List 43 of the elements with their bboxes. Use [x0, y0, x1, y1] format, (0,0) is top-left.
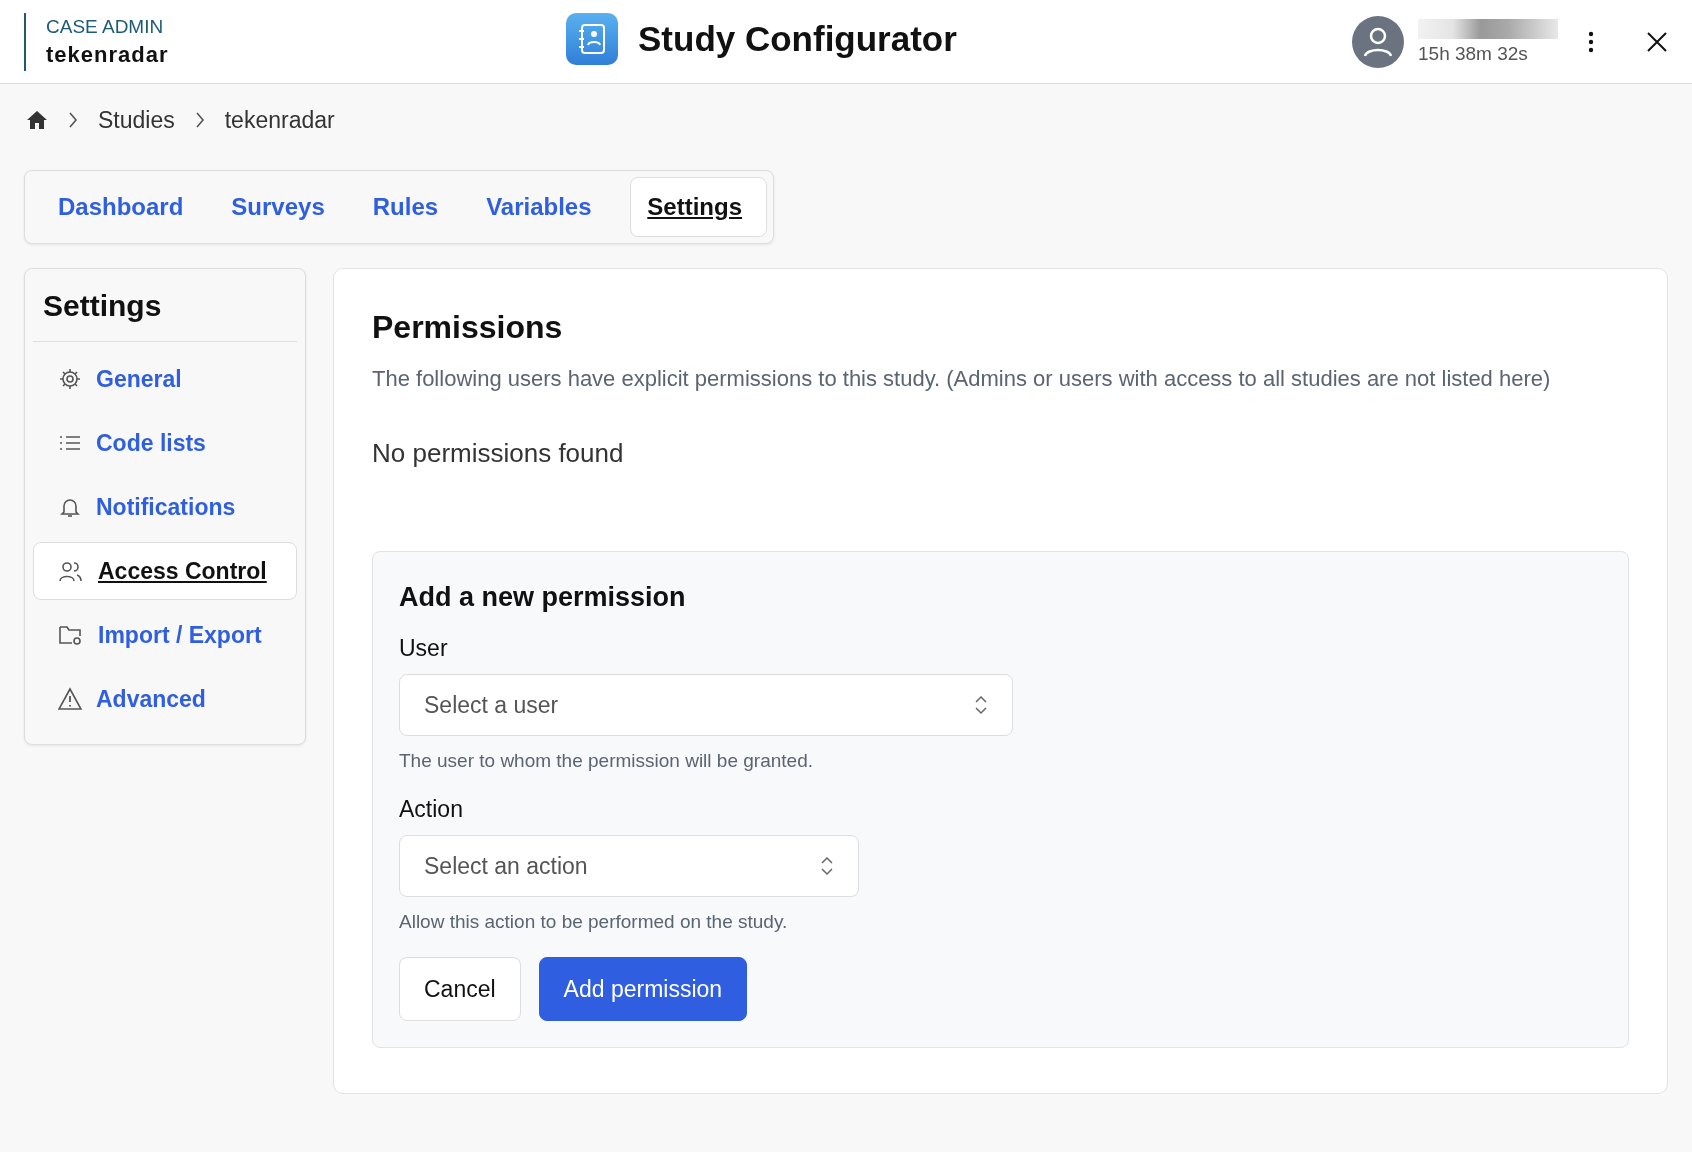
gear-icon [58, 367, 82, 391]
cancel-button[interactable]: Cancel [399, 957, 521, 1021]
tab[interactable]: Dashboard [41, 177, 209, 237]
folder-gear-icon [58, 623, 84, 647]
sidebar-item[interactable]: General [33, 350, 297, 408]
sidebar-item[interactable]: Import / Export [33, 606, 297, 664]
field-help-text: Allow this action to be performed on the study. [399, 911, 789, 933]
warning-icon [58, 687, 82, 711]
select-field[interactable]: Select an action [399, 835, 859, 897]
select-field[interactable]: Select a user [399, 674, 1013, 736]
more-options-icon[interactable] [1588, 30, 1594, 53]
up-down-chevron-icon [820, 856, 834, 876]
tab[interactable]: Settings [630, 177, 767, 237]
sidebar-item[interactable]: Advanced [33, 670, 297, 728]
section-title: Permissions [372, 309, 564, 346]
sidebar-title: Settings [43, 289, 163, 323]
app-name: tekenradar [46, 41, 169, 68]
sidebar-item[interactable]: Access Control [33, 542, 297, 600]
session-timer: 15h 38m 32s [1418, 42, 1529, 65]
tab[interactable]: Rules [355, 177, 464, 237]
sidebar-item[interactable]: Code lists [33, 414, 297, 472]
app-title: Study Configurator [638, 19, 957, 59]
empty-message: No permissions found [372, 438, 625, 469]
user-avatar-icon[interactable] [1352, 15, 1404, 68]
home-icon[interactable] [26, 110, 48, 130]
up-down-chevron-icon [974, 695, 988, 715]
close-icon[interactable] [1646, 30, 1668, 53]
form-title: Add a new permission [399, 582, 687, 613]
submit-button[interactable]: Add permission [538, 957, 748, 1021]
app-overline: CASE ADMIN [46, 15, 165, 38]
field-help-text: The user to whom the permission will be granted. [399, 750, 814, 772]
sidebar-item[interactable]: Notifications [33, 478, 297, 536]
tab[interactable]: Surveys [214, 177, 350, 237]
users-icon [58, 559, 84, 583]
chevron-right-icon [194, 112, 205, 128]
breadcrumb-link[interactable]: tekenradar [224, 106, 335, 134]
address-book-icon [566, 13, 618, 65]
field-label: Action [399, 796, 464, 823]
section-description: The following users have explicit permissions to this study. (Admins or users with access to all studies are not listed here) [372, 366, 1552, 392]
field-label: User [399, 635, 449, 662]
breadcrumb-link[interactable]: Studies [98, 106, 175, 134]
chevron-right-icon [68, 112, 78, 128]
tab[interactable]: Variables [469, 177, 617, 237]
